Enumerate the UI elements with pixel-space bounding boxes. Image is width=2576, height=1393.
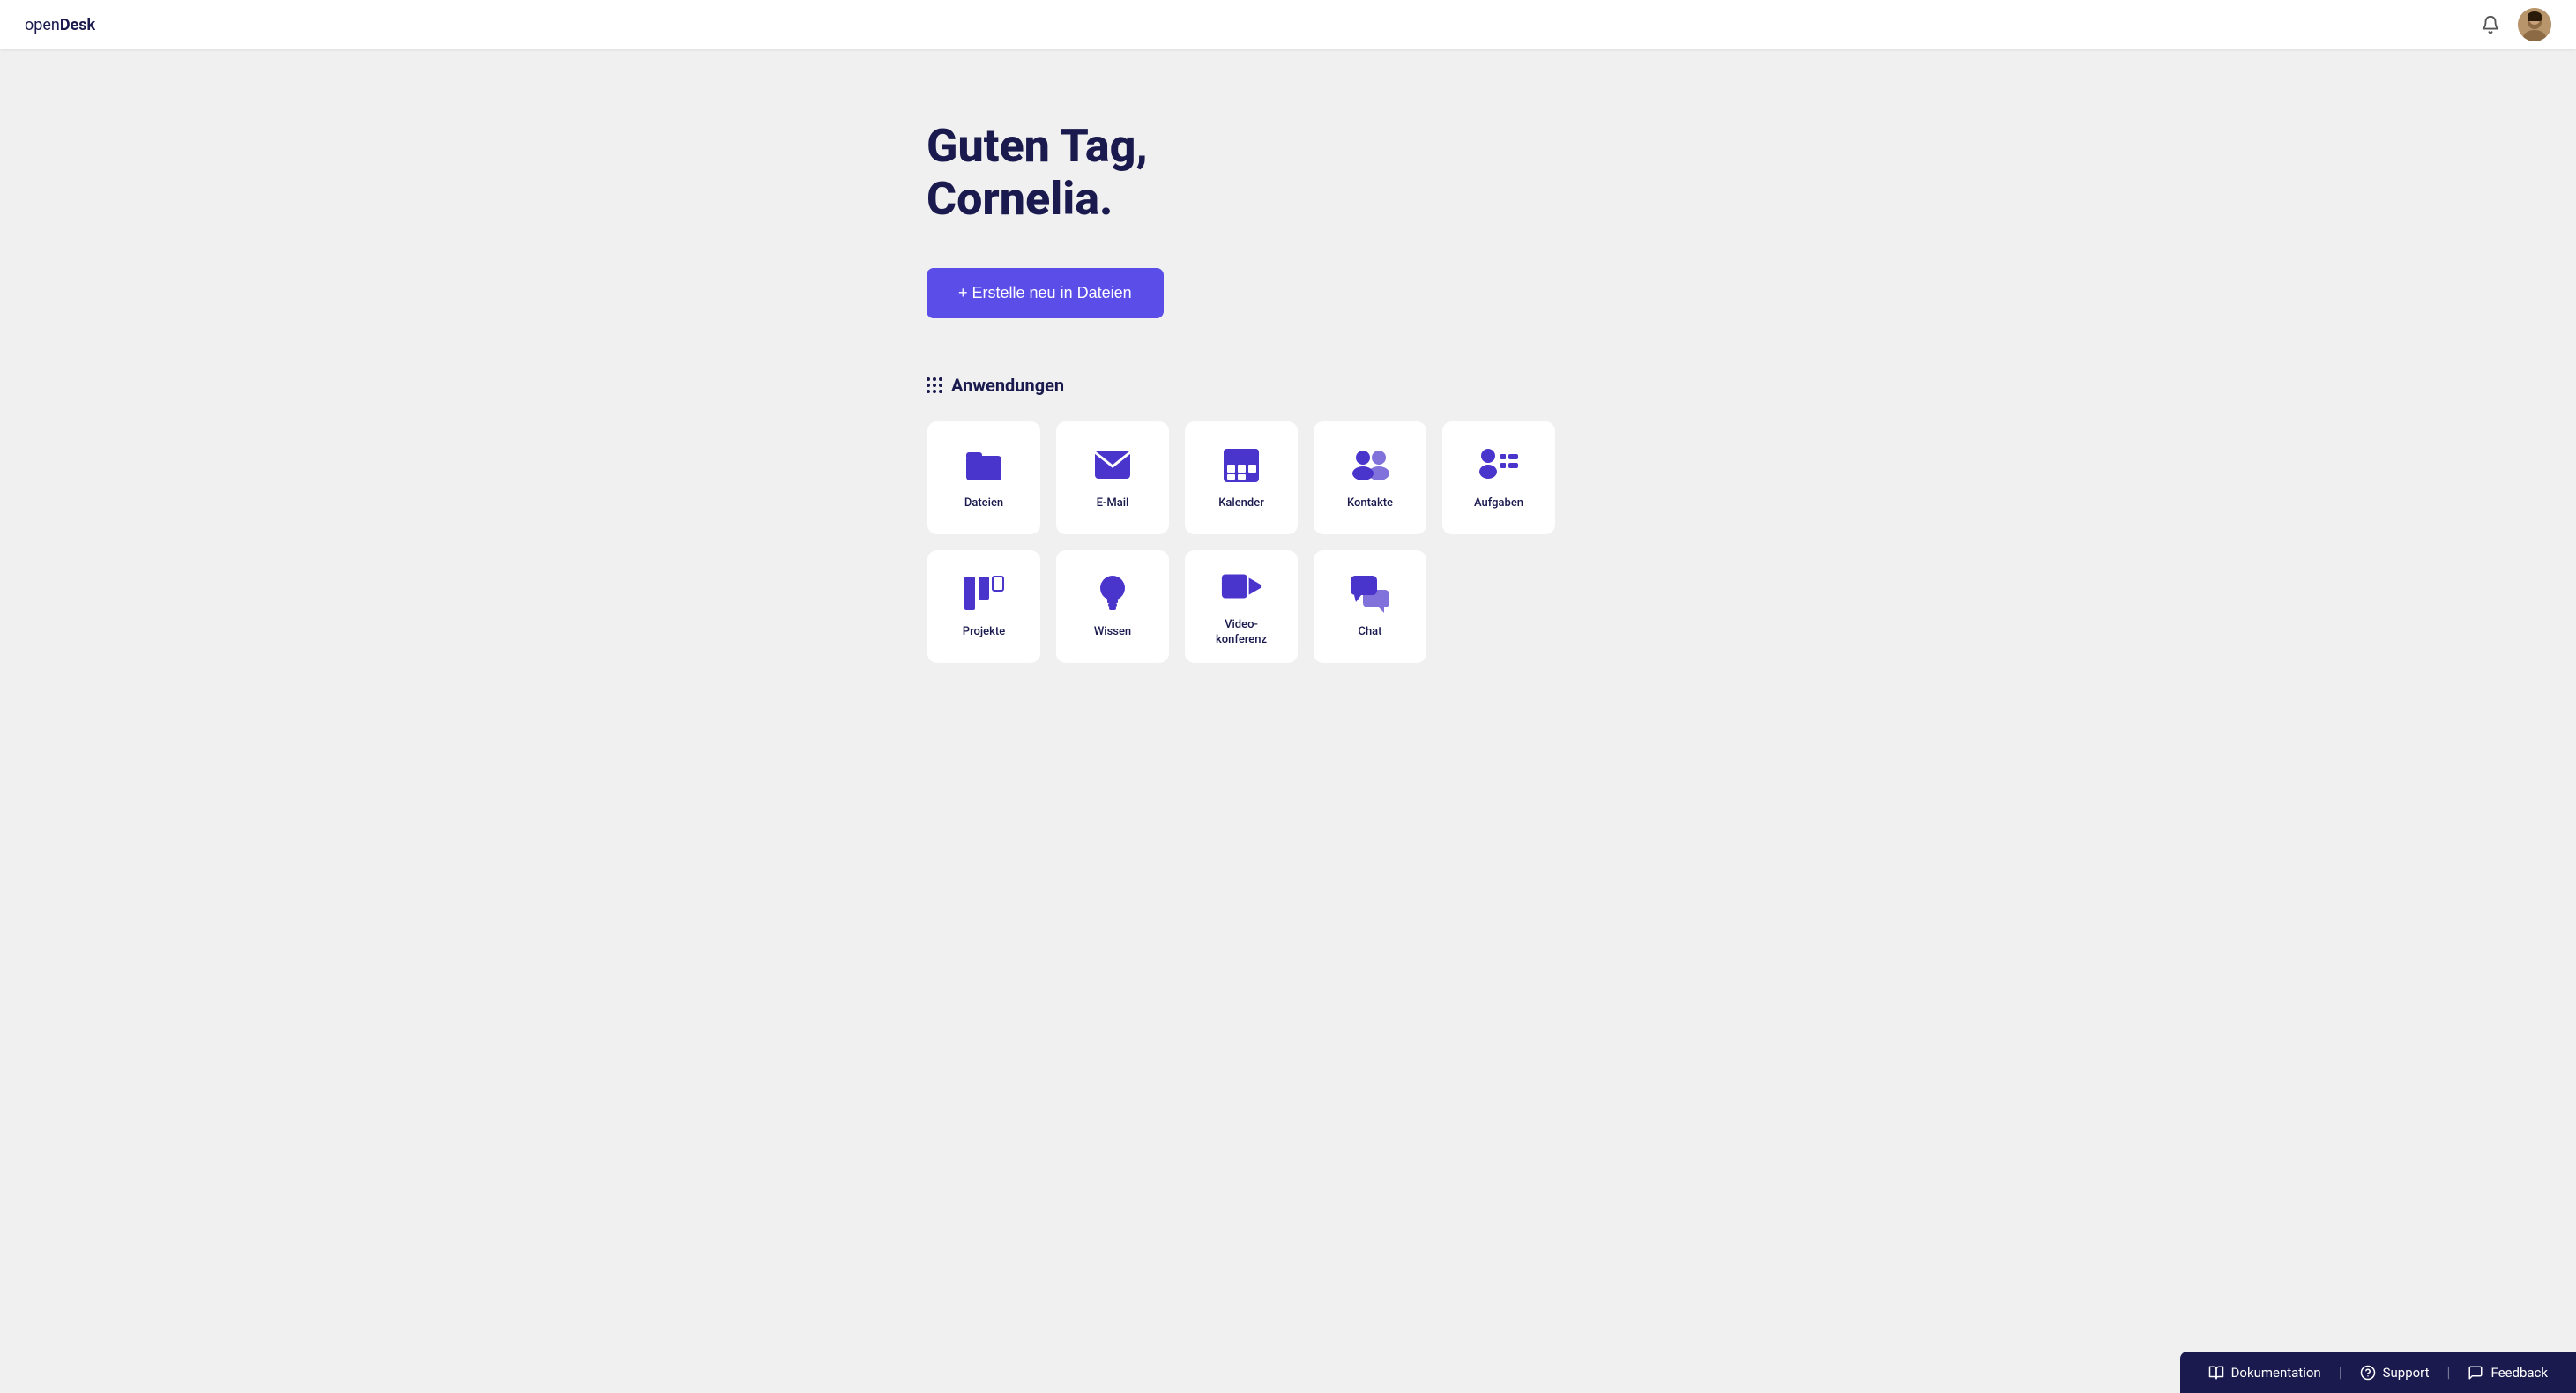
app-card-email[interactable]: E-Mail <box>1055 421 1170 535</box>
support-link[interactable]: Support <box>2360 1365 2430 1381</box>
app-card-videokonferenz[interactable]: Video- konferenz <box>1184 549 1299 664</box>
section-title: Anwendungen <box>927 375 1649 396</box>
header-right <box>2477 8 2551 41</box>
app-label-videokonferenz: Video- konferenz <box>1216 618 1267 648</box>
avatar-image <box>2518 8 2551 41</box>
book-icon <box>2208 1365 2224 1381</box>
greeting: Guten Tag, Cornelia. <box>927 120 1649 226</box>
app-label-kontakte: Kontakte <box>1347 496 1393 511</box>
footer-divider-1: | <box>2339 1364 2342 1381</box>
app-card-aufgaben[interactable]: Aufgaben <box>1441 421 1556 535</box>
app-card-dateien[interactable]: Dateien <box>927 421 1041 535</box>
create-new-button[interactable]: + Erstelle neu in Dateien <box>927 268 1164 318</box>
projects-icon <box>963 572 1005 615</box>
bell-icon <box>2481 15 2500 34</box>
app-header: openDesk <box>0 0 2576 49</box>
email-icon <box>1091 443 1134 486</box>
calendar-icon <box>1220 443 1262 486</box>
chat-icon <box>1349 572 1391 615</box>
feedback-icon <box>2468 1365 2483 1381</box>
main-content: Guten Tag, Cornelia. + Erstelle neu in D… <box>0 0 2576 1393</box>
support-label: Support <box>2383 1365 2430 1381</box>
video-icon <box>1220 565 1262 607</box>
app-label-kalender: Kalender <box>1218 496 1264 511</box>
feedback-label: Feedback <box>2490 1365 2548 1381</box>
content-area: Guten Tag, Cornelia. + Erstelle neu in D… <box>891 49 1685 752</box>
grid-dots-icon <box>927 377 942 393</box>
help-circle-icon <box>2360 1365 2376 1381</box>
app-label-wissen: Wissen <box>1094 625 1131 640</box>
feedback-link[interactable]: Feedback <box>2468 1365 2548 1381</box>
knowledge-icon <box>1091 572 1134 615</box>
dokumentation-label: Dokumentation <box>2231 1365 2321 1381</box>
contacts-icon <box>1349 443 1391 486</box>
tasks-icon <box>1478 443 1520 486</box>
app-card-projekte[interactable]: Projekte <box>927 549 1041 664</box>
app-label-aufgaben: Aufgaben <box>1474 496 1523 511</box>
footer-bar: Dokumentation | Support | Feedback <box>2180 1352 2576 1393</box>
notification-button[interactable] <box>2477 11 2504 38</box>
app-label-projekte: Projekte <box>963 625 1005 640</box>
dokumentation-link[interactable]: Dokumentation <box>2208 1365 2321 1381</box>
footer-divider-2: | <box>2447 1364 2451 1381</box>
app-grid-row2: Projekte Wissen <box>927 549 1649 664</box>
app-label-dateien: Dateien <box>964 496 1003 511</box>
avatar[interactable] <box>2518 8 2551 41</box>
avatar-svg <box>2518 8 2551 41</box>
create-button-label: + Erstelle neu in Dateien <box>958 284 1132 302</box>
applications-section: Anwendungen Dateien <box>927 375 1649 664</box>
app-label-chat: Chat <box>1358 625 1381 640</box>
app-card-kontakte[interactable]: Kontakte <box>1313 421 1427 535</box>
app-card-wissen[interactable]: Wissen <box>1055 549 1170 664</box>
app-grid-row1: Dateien E-Mail <box>927 421 1649 535</box>
app-label-email: E-Mail <box>1097 496 1129 511</box>
app-card-chat[interactable]: Chat <box>1313 549 1427 664</box>
folder-icon <box>963 443 1005 486</box>
app-card-kalender[interactable]: Kalender <box>1184 421 1299 535</box>
logo[interactable]: openDesk <box>25 16 95 34</box>
